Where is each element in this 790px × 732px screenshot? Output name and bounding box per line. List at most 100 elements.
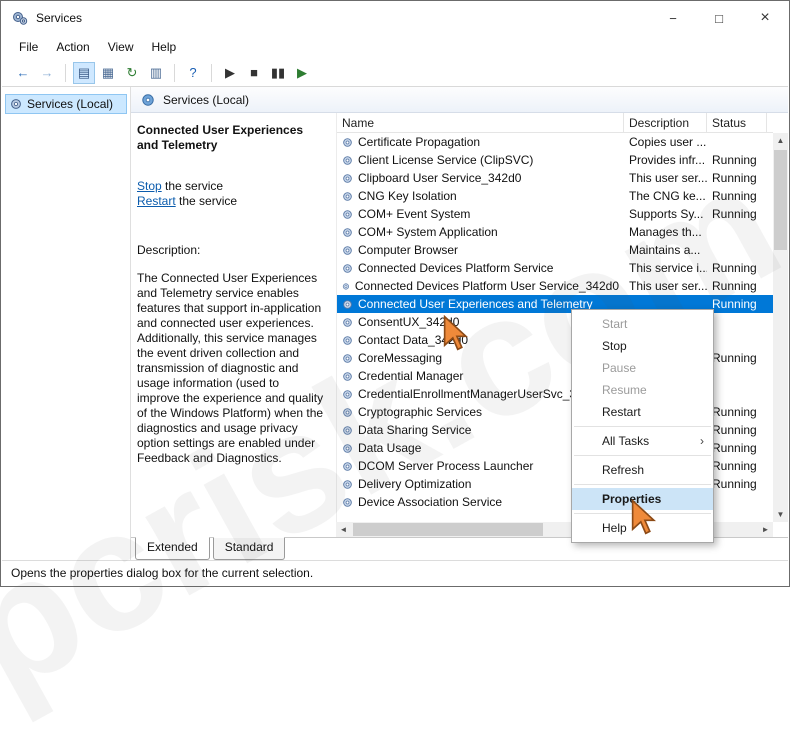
service-gear-icon [343,263,352,273]
help-button[interactable]: ? [182,62,204,84]
service-gear-icon [343,209,352,219]
service-status-cell: Running [712,279,757,293]
service-status-cell: Running [712,171,757,185]
extended-detail-pane: Connected User Experiences and Telemetry… [131,113,336,522]
service-gear-icon [343,407,352,417]
horizontal-scroll-thumb[interactable] [353,523,543,536]
context-menu-start[interactable]: Start [572,313,713,335]
service-description-cell: This service i... [629,261,707,275]
forward-button[interactable]: → [36,62,58,84]
service-name-cell: CNG Key Isolation [337,187,624,205]
service-status-cell [707,313,767,331]
tab-extended[interactable]: Extended [135,537,210,560]
service-description-cell: Provides infr... [629,153,706,167]
menu-bar: File Action View Help [2,35,788,59]
scroll-right-icon[interactable]: ► [758,522,773,537]
back-button[interactable]: ← [12,62,34,84]
service-status-cell: Running [712,459,757,473]
minimize-button[interactable]: − [650,1,696,35]
context-menu-resume[interactable]: Resume [572,379,713,401]
refresh-button[interactable]: ↻ [121,62,143,84]
column-header-status[interactable]: Status [707,113,767,132]
service-description-cell: Copies user ... [629,135,707,149]
service-description-cell: Supports Sy... [629,207,704,221]
service-row[interactable]: Clipboard User Service_342d0 This user se… [337,169,773,187]
menu-separator [574,455,711,456]
start-service-button[interactable]: ▶ [219,62,241,84]
maximize-button[interactable]: □ [696,1,742,35]
service-gear-icon [343,191,352,201]
service-gear-icon [343,371,352,381]
service-description-cell: Manages th... [629,225,702,239]
service-row[interactable]: COM+ Event System Supports Sy... Running [337,205,773,223]
scroll-up-icon[interactable]: ▲ [773,133,788,148]
service-gear-icon [343,461,352,471]
service-row[interactable]: CNG Key Isolation The CNG ke... Running [337,187,773,205]
context-menu-all-tasks[interactable]: All Tasks › [572,430,713,452]
service-name-cell: Clipboard User Service_342d0 [337,169,624,187]
vertical-scrollbar[interactable]: ▲ ▼ [773,133,788,522]
restart-service-link[interactable]: Restart [137,194,176,208]
service-description-cell: This user ser... [629,279,707,293]
stop-service-button[interactable]: ■ [243,62,265,84]
restart-service-button[interactable]: ▶ [291,62,313,84]
context-menu-stop[interactable]: Stop [572,335,713,357]
service-status-cell [707,133,767,151]
tab-standard[interactable]: Standard [212,537,286,560]
service-gear-icon [343,155,352,165]
pause-service-button[interactable]: ▮▮ [267,62,289,84]
menu-file[interactable]: File [10,37,47,57]
close-button[interactable]: × [742,1,788,35]
service-row[interactable]: Certificate Propagation Copies user ... [337,133,773,151]
scroll-left-icon[interactable]: ◄ [336,522,351,537]
service-gear-icon [343,317,352,327]
console-tree-panel: Services (Local) [2,87,131,560]
service-gear-icon [343,335,352,345]
service-row[interactable]: Client License Service (ClipSVC) Provides… [337,151,773,169]
menu-help[interactable]: Help [143,37,186,57]
service-row[interactable]: COM+ System Application Manages th... [337,223,773,241]
column-header-description[interactable]: Description [624,113,707,132]
service-status-cell [707,223,767,241]
menu-separator [574,484,711,485]
service-row[interactable]: Connected Devices Platform Service This s… [337,259,773,277]
export-list-button[interactable]: ▥ [145,62,167,84]
title-bar: Services − □ × [2,1,788,35]
service-status-cell: Running [712,477,757,491]
scroll-down-icon[interactable]: ▼ [773,507,788,522]
menu-action[interactable]: Action [47,37,98,57]
stop-service-link[interactable]: Stop [137,179,162,193]
toolbar-separator [211,63,212,82]
service-status-cell: Running [712,423,757,437]
show-hide-console-tree-button[interactable]: ▤ [73,61,95,84]
service-name-cell: Client License Service (ClipSVC) [337,151,624,169]
service-gear-icon [343,443,352,453]
service-description-cell: The CNG ke... [629,189,706,203]
service-name-cell: Connected Devices Platform Service [337,259,624,277]
description-text: The Connected User Experiences and Telem… [137,271,324,465]
service-row[interactable]: Computer Browser Maintains a... [337,241,773,259]
service-action-links: Stop the service Restart the service [137,179,324,209]
service-status-cell: Running [712,153,757,167]
context-menu-pause[interactable]: Pause [572,357,713,379]
properties-button[interactable]: ▦ [97,62,119,84]
window-controls: − □ × [650,1,788,35]
service-row[interactable]: Connected Devices Platform User Service_… [337,277,773,295]
column-header-name[interactable]: Name [337,113,624,132]
tree-item-services-local[interactable]: Services (Local) [5,94,127,114]
service-status-cell [707,367,767,385]
service-status-cell [707,385,767,403]
service-status-cell: Running [712,441,757,455]
menu-view[interactable]: View [99,37,143,57]
vertical-scroll-thumb[interactable] [774,150,787,250]
stop-link-suffix: the service [161,179,224,193]
service-status-cell: Running [712,261,757,275]
context-menu-restart[interactable]: Restart [572,401,713,423]
service-gear-icon [342,282,350,290]
annotation-cursor-properties-icon [631,499,657,535]
service-gear-icon [343,425,352,435]
context-menu-refresh[interactable]: Refresh [572,459,713,481]
list-header: Name Description Status [337,113,773,133]
service-status-cell: Running [712,405,757,419]
annotation-cursor-row-icon [443,315,469,351]
